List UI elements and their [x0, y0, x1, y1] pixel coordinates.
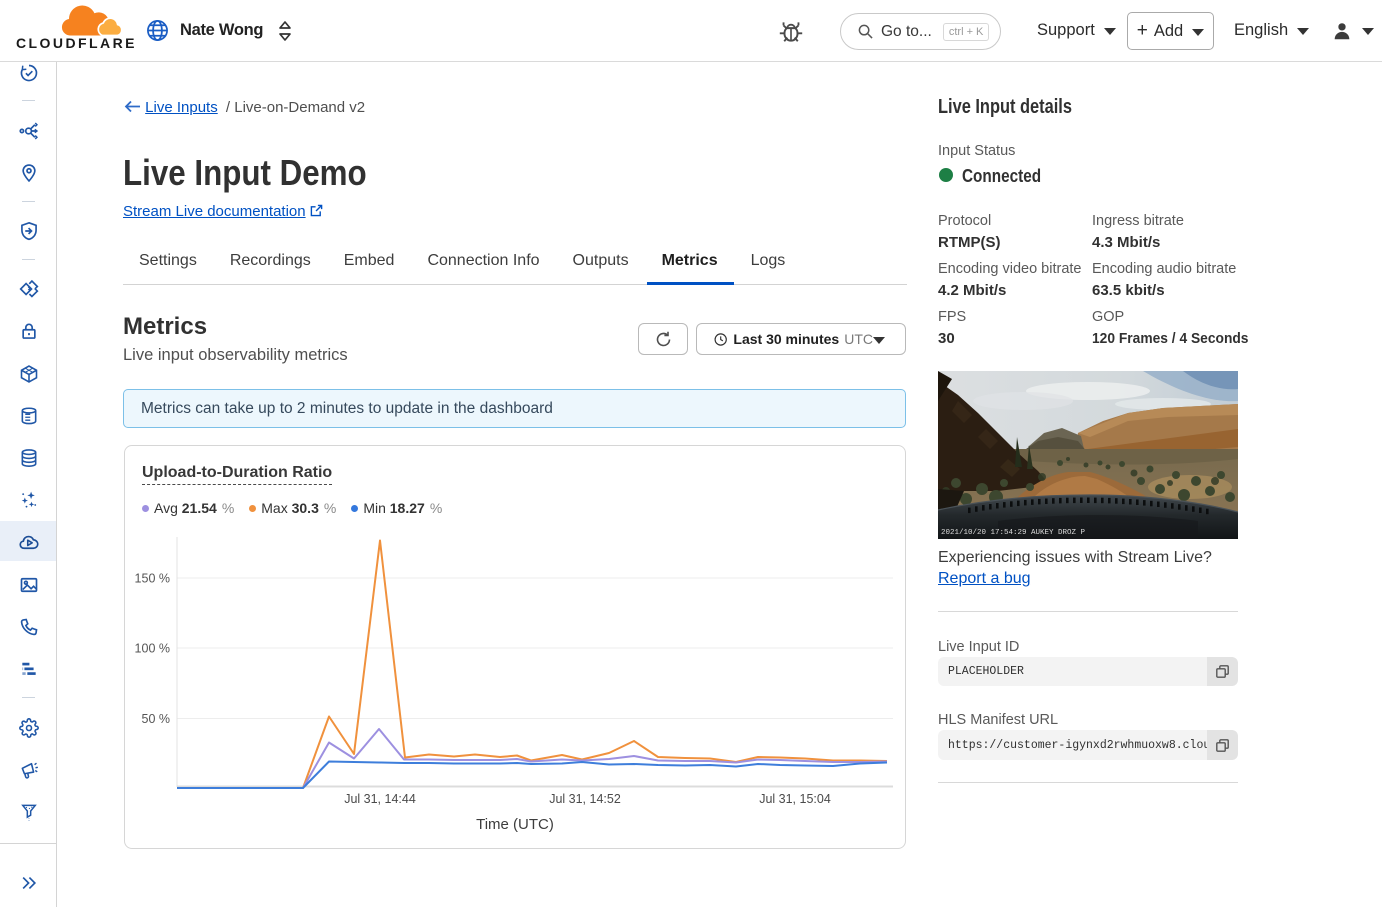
svg-text:Time (UTC): Time (UTC): [476, 816, 554, 833]
svg-text:150 %: 150 %: [135, 572, 170, 586]
svg-text:2021/10/20 17:54:29 AUKEY DROZ: 2021/10/20 17:54:29 AUKEY DROZ P: [941, 529, 1086, 537]
svg-text:Jul 31, 14:44: Jul 31, 14:44: [344, 792, 416, 806]
svg-text:Jul 31, 14:52: Jul 31, 14:52: [549, 792, 621, 806]
svg-text:Jul 31, 15:04: Jul 31, 15:04: [759, 792, 831, 806]
svg-text:100 %: 100 %: [135, 642, 170, 656]
svg-text:50 %: 50 %: [142, 712, 171, 726]
